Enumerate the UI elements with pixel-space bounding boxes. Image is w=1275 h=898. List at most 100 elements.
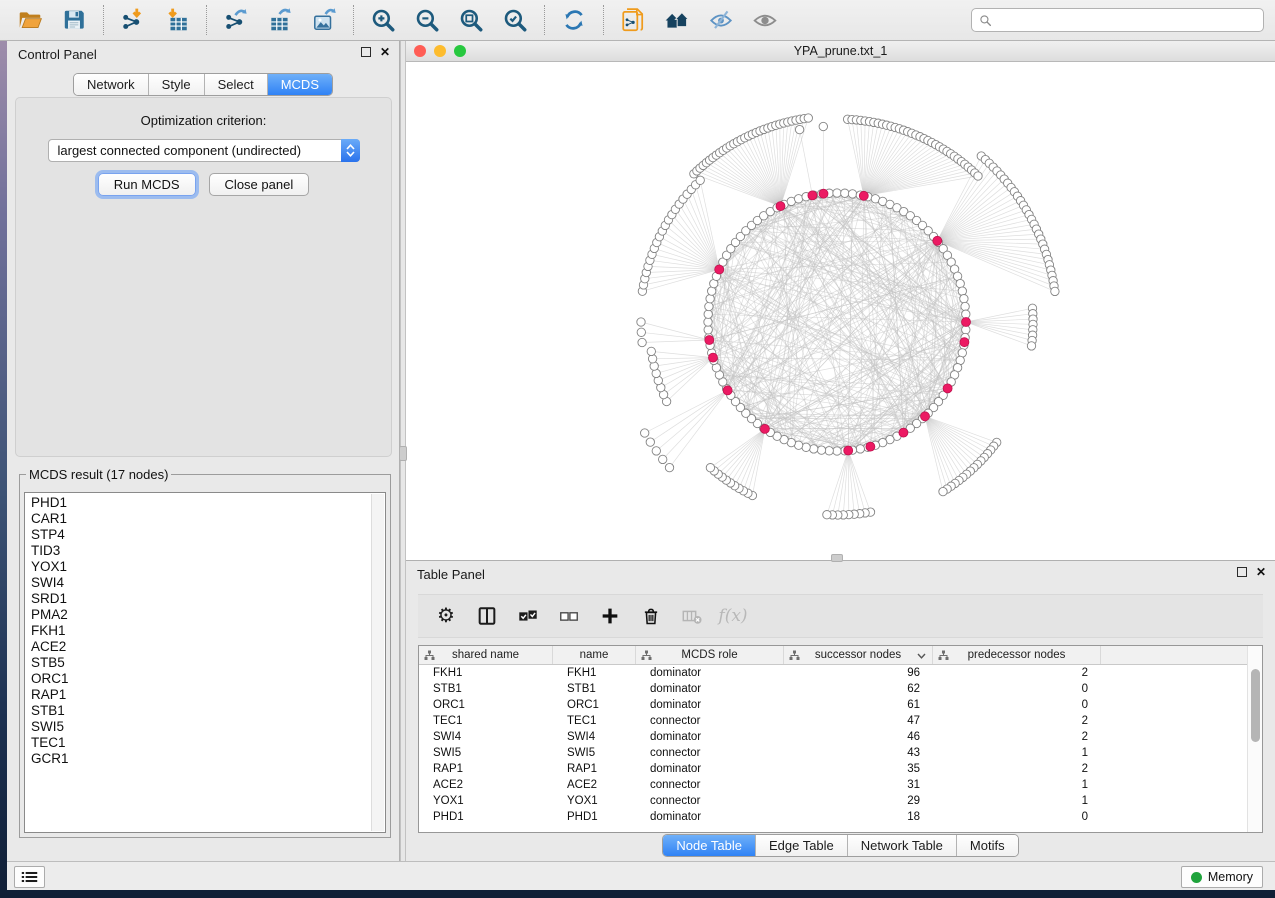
table-scrollbar[interactable] xyxy=(1247,646,1262,832)
column-header-shared-name[interactable]: shared name xyxy=(419,646,553,664)
zoom-selected-button[interactable] xyxy=(493,2,537,38)
zoom-fit-content-button[interactable] xyxy=(449,2,493,38)
mcds-result-item[interactable]: SWI4 xyxy=(25,575,371,591)
minimize-window-icon[interactable] xyxy=(434,45,446,57)
import-table-button[interactable] xyxy=(155,2,199,38)
table-row[interactable]: STB1STB1dominator620 xyxy=(419,681,1247,697)
refresh-view-button[interactable] xyxy=(552,2,596,38)
save-session-button[interactable] xyxy=(52,2,96,38)
hide-details-button[interactable] xyxy=(699,2,743,38)
graph-node xyxy=(665,463,673,471)
search-input[interactable] xyxy=(997,13,1256,28)
column-header-predecessor-nodes[interactable]: predecessor nodes xyxy=(933,646,1101,664)
column-header-mcds-role[interactable]: MCDS role xyxy=(636,646,784,664)
mcds-result-item[interactable]: SRD1 xyxy=(25,591,371,607)
zoom-out-button[interactable] xyxy=(405,2,449,38)
panel-splitter[interactable] xyxy=(400,41,406,861)
mcds-result-item[interactable]: STP4 xyxy=(25,527,371,543)
control-panel-tabs: NetworkStyleSelectMCDS xyxy=(73,73,333,96)
mcds-result-item[interactable]: STB5 xyxy=(25,655,371,671)
table-tab-node-table[interactable]: Node Table xyxy=(663,835,756,856)
table-row[interactable]: RAP1RAP1dominator352 xyxy=(419,761,1247,777)
graph-node xyxy=(1027,342,1035,350)
graph-node xyxy=(810,445,818,453)
tab-network[interactable]: Network xyxy=(74,74,149,95)
close-panel-icon[interactable]: ✕ xyxy=(380,47,390,57)
table-tab-network-table[interactable]: Network Table xyxy=(848,835,957,856)
result-scrollbar[interactable] xyxy=(371,494,384,831)
mcds-result-item[interactable]: STB1 xyxy=(25,703,371,719)
export-image-button[interactable] xyxy=(302,2,346,38)
mcds-result-item[interactable]: RAP1 xyxy=(25,687,371,703)
splitter-grip-icon[interactable] xyxy=(399,446,407,461)
task-history-button[interactable] xyxy=(14,866,45,888)
show-details-button[interactable] xyxy=(743,2,787,38)
import-table-icon xyxy=(164,7,190,33)
run-mcds-button[interactable]: Run MCDS xyxy=(98,173,196,196)
table-tab-motifs[interactable]: Motifs xyxy=(957,835,1018,856)
deselect-all-button[interactable] xyxy=(551,598,587,634)
mcds-result-item[interactable]: GCR1 xyxy=(25,751,371,767)
open-networks-icon xyxy=(664,7,690,33)
delete-columns-button[interactable] xyxy=(633,598,669,634)
create-column-button[interactable] xyxy=(592,598,628,634)
graph-node xyxy=(817,446,825,454)
tab-style[interactable]: Style xyxy=(149,74,205,95)
mcds-result-item[interactable]: PHD1 xyxy=(25,495,371,511)
export-table-button[interactable] xyxy=(258,2,302,38)
criterion-select[interactable]: largest connected component (undirected) xyxy=(48,139,360,162)
mcds-result-item[interactable]: SWI5 xyxy=(25,719,371,735)
maximize-window-icon[interactable] xyxy=(454,45,466,57)
network-window-titlebar[interactable]: YPA_prune.txt_1 xyxy=(406,41,1275,62)
table-tab-edge-table[interactable]: Edge Table xyxy=(756,835,848,856)
graph-node xyxy=(974,172,982,180)
scrollbar-thumb[interactable] xyxy=(1251,669,1260,742)
close-window-icon[interactable] xyxy=(414,45,426,57)
graph-hub-node xyxy=(859,191,868,200)
table-row[interactable]: FKH1FKH1dominator962 xyxy=(419,665,1247,681)
import-network-button[interactable] xyxy=(111,2,155,38)
memory-button[interactable]: Memory xyxy=(1181,866,1263,888)
mcds-result-item[interactable]: CAR1 xyxy=(25,511,371,527)
table-splitter-grip[interactable] xyxy=(831,554,843,562)
search-box[interactable] xyxy=(971,8,1264,32)
mcds-result-item[interactable]: PMA2 xyxy=(25,607,371,623)
table-row[interactable]: YOX1YOX1connector291 xyxy=(419,793,1247,809)
table-row[interactable]: ORC1ORC1dominator610 xyxy=(419,697,1247,713)
table-cell: STB1 xyxy=(553,683,636,695)
column-header-successor-nodes[interactable]: successor nodes xyxy=(784,646,933,664)
column-label: predecessor nodes xyxy=(968,649,1066,661)
graph-node xyxy=(841,189,849,197)
column-header-name[interactable]: name xyxy=(553,646,636,664)
table-cell: 62 xyxy=(784,683,933,695)
mcds-result-item[interactable]: FKH1 xyxy=(25,623,371,639)
export-network-button[interactable] xyxy=(214,2,258,38)
select-all-button[interactable] xyxy=(510,598,546,634)
network-from-file-button[interactable] xyxy=(611,2,655,38)
mcds-result-item[interactable]: YOX1 xyxy=(25,559,371,575)
close-panel-button[interactable]: Close panel xyxy=(209,173,310,196)
mcds-result-item[interactable]: ACE2 xyxy=(25,639,371,655)
tab-select[interactable]: Select xyxy=(205,74,268,95)
table-row[interactable]: PHD1PHD1dominator180 xyxy=(419,809,1247,825)
graph-node xyxy=(696,176,704,184)
mcds-result-item[interactable]: ORC1 xyxy=(25,671,371,687)
show-columns-button[interactable] xyxy=(469,598,505,634)
zoom-in-button[interactable] xyxy=(361,2,405,38)
table-row[interactable]: TEC1TEC1connector472 xyxy=(419,713,1247,729)
table-row[interactable]: SWI5SWI5connector431 xyxy=(419,745,1247,761)
table-row[interactable]: SWI4SWI4dominator462 xyxy=(419,729,1247,745)
close-table-panel-icon[interactable]: ✕ xyxy=(1256,567,1266,577)
table-mode-button[interactable]: ⚙ xyxy=(428,598,464,634)
table-row[interactable]: ACE2ACE2connector311 xyxy=(419,777,1247,793)
network-canvas[interactable] xyxy=(406,62,1275,560)
mcds-result-item[interactable]: TID3 xyxy=(25,543,371,559)
graph-node xyxy=(823,511,831,519)
open-networks-button[interactable] xyxy=(655,2,699,38)
open-session-button[interactable] xyxy=(8,2,52,38)
tab-mcds[interactable]: MCDS xyxy=(268,74,332,95)
float-panel-icon[interactable] xyxy=(361,47,371,57)
float-table-panel-icon[interactable] xyxy=(1237,567,1247,577)
mcds-result-list[interactable]: PHD1CAR1STP4TID3YOX1SWI4SRD1PMA2FKH1ACE2… xyxy=(25,495,371,832)
mcds-result-item[interactable]: TEC1 xyxy=(25,735,371,751)
